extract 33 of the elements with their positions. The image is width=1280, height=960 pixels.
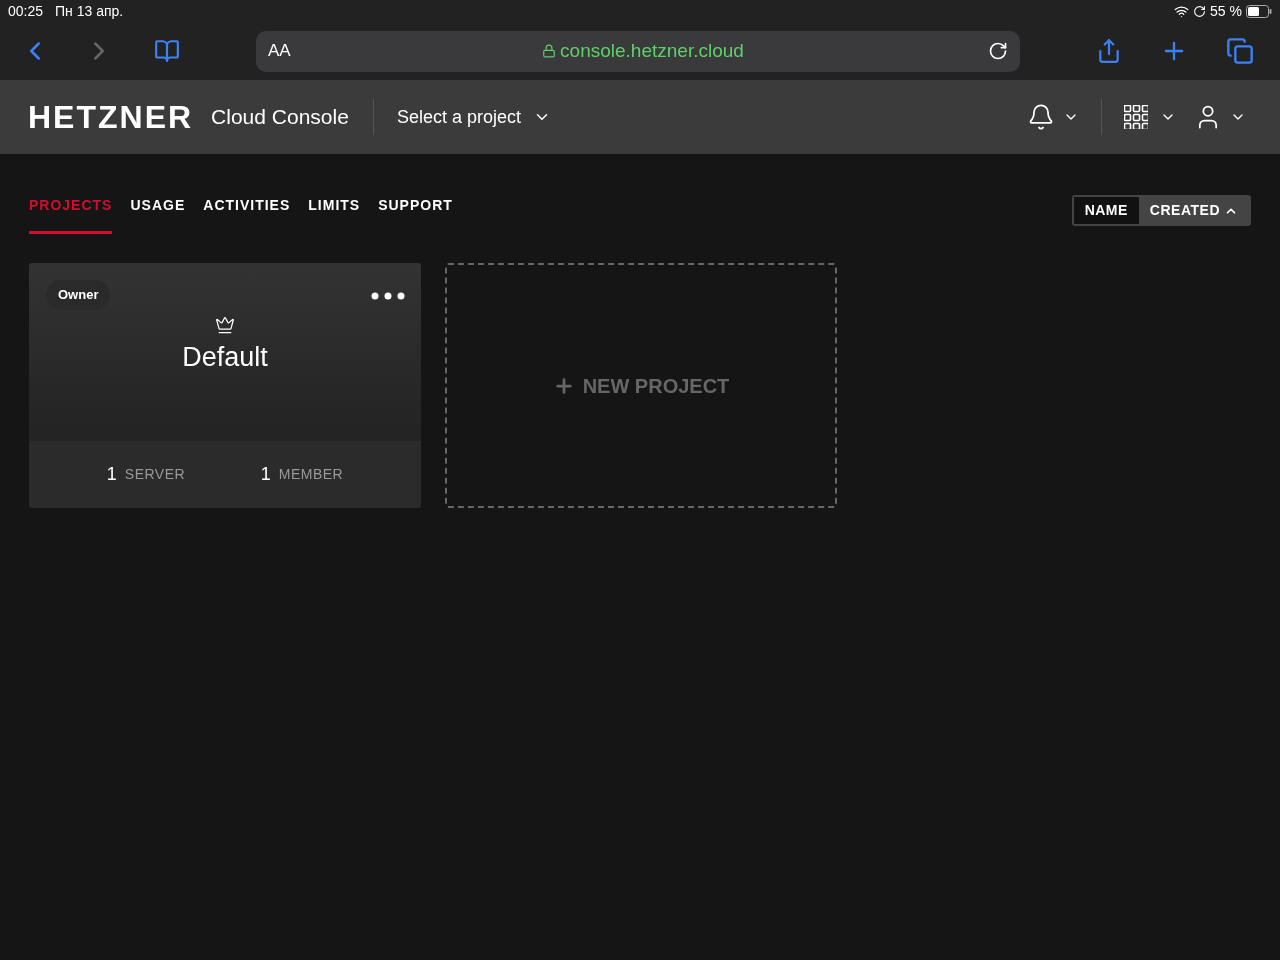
member-count: 1 [260, 463, 271, 486]
grid-icon [1124, 105, 1148, 129]
reload-icon[interactable] [988, 41, 1008, 61]
project-select[interactable]: Select a project [396, 103, 551, 131]
server-label: SERVER [124, 465, 186, 484]
bookmarks-icon[interactable] [154, 38, 180, 64]
bell-icon [1027, 103, 1055, 131]
member-label: MEMBER [278, 465, 344, 484]
battery-icon [1246, 4, 1272, 18]
sort-option[interactable]: NAME [1073, 197, 1139, 224]
battery-percent: 55 % [1210, 1, 1242, 21]
nav-tab[interactable]: ACTIVITIES [203, 195, 291, 234]
sort-option[interactable]: CREATED [1138, 197, 1249, 224]
status-time: 00:25 [8, 1, 44, 21]
nav-tab[interactable]: LIMITS [308, 195, 361, 234]
nav-tab[interactable]: USAGE [130, 195, 186, 234]
text-size-button[interactable]: AA [268, 38, 298, 64]
server-count: 1 [106, 463, 117, 486]
url-text: console.hetzner.cloud [560, 38, 744, 63]
crown-icon [215, 315, 235, 335]
role-badge: Owner [46, 280, 111, 310]
more-options-icon[interactable] [371, 292, 405, 300]
tabs-icon[interactable] [1226, 37, 1254, 65]
product-title: Cloud Console [211, 104, 349, 131]
rotation-lock-icon [1193, 4, 1207, 18]
project-card[interactable]: Owner Default 1 SERVER 1 MEMBER [29, 263, 421, 508]
wifi-icon [1174, 3, 1190, 19]
hetzner-logo[interactable]: HETZNER [28, 93, 194, 141]
project-name: Default [182, 341, 268, 374]
status-date: Пн 13 апр. [55, 1, 124, 21]
address-bar[interactable]: AA console.hetzner.cloud [256, 30, 1020, 72]
share-icon[interactable] [1096, 38, 1122, 64]
nav-tab[interactable]: SUPPORT [378, 195, 453, 234]
